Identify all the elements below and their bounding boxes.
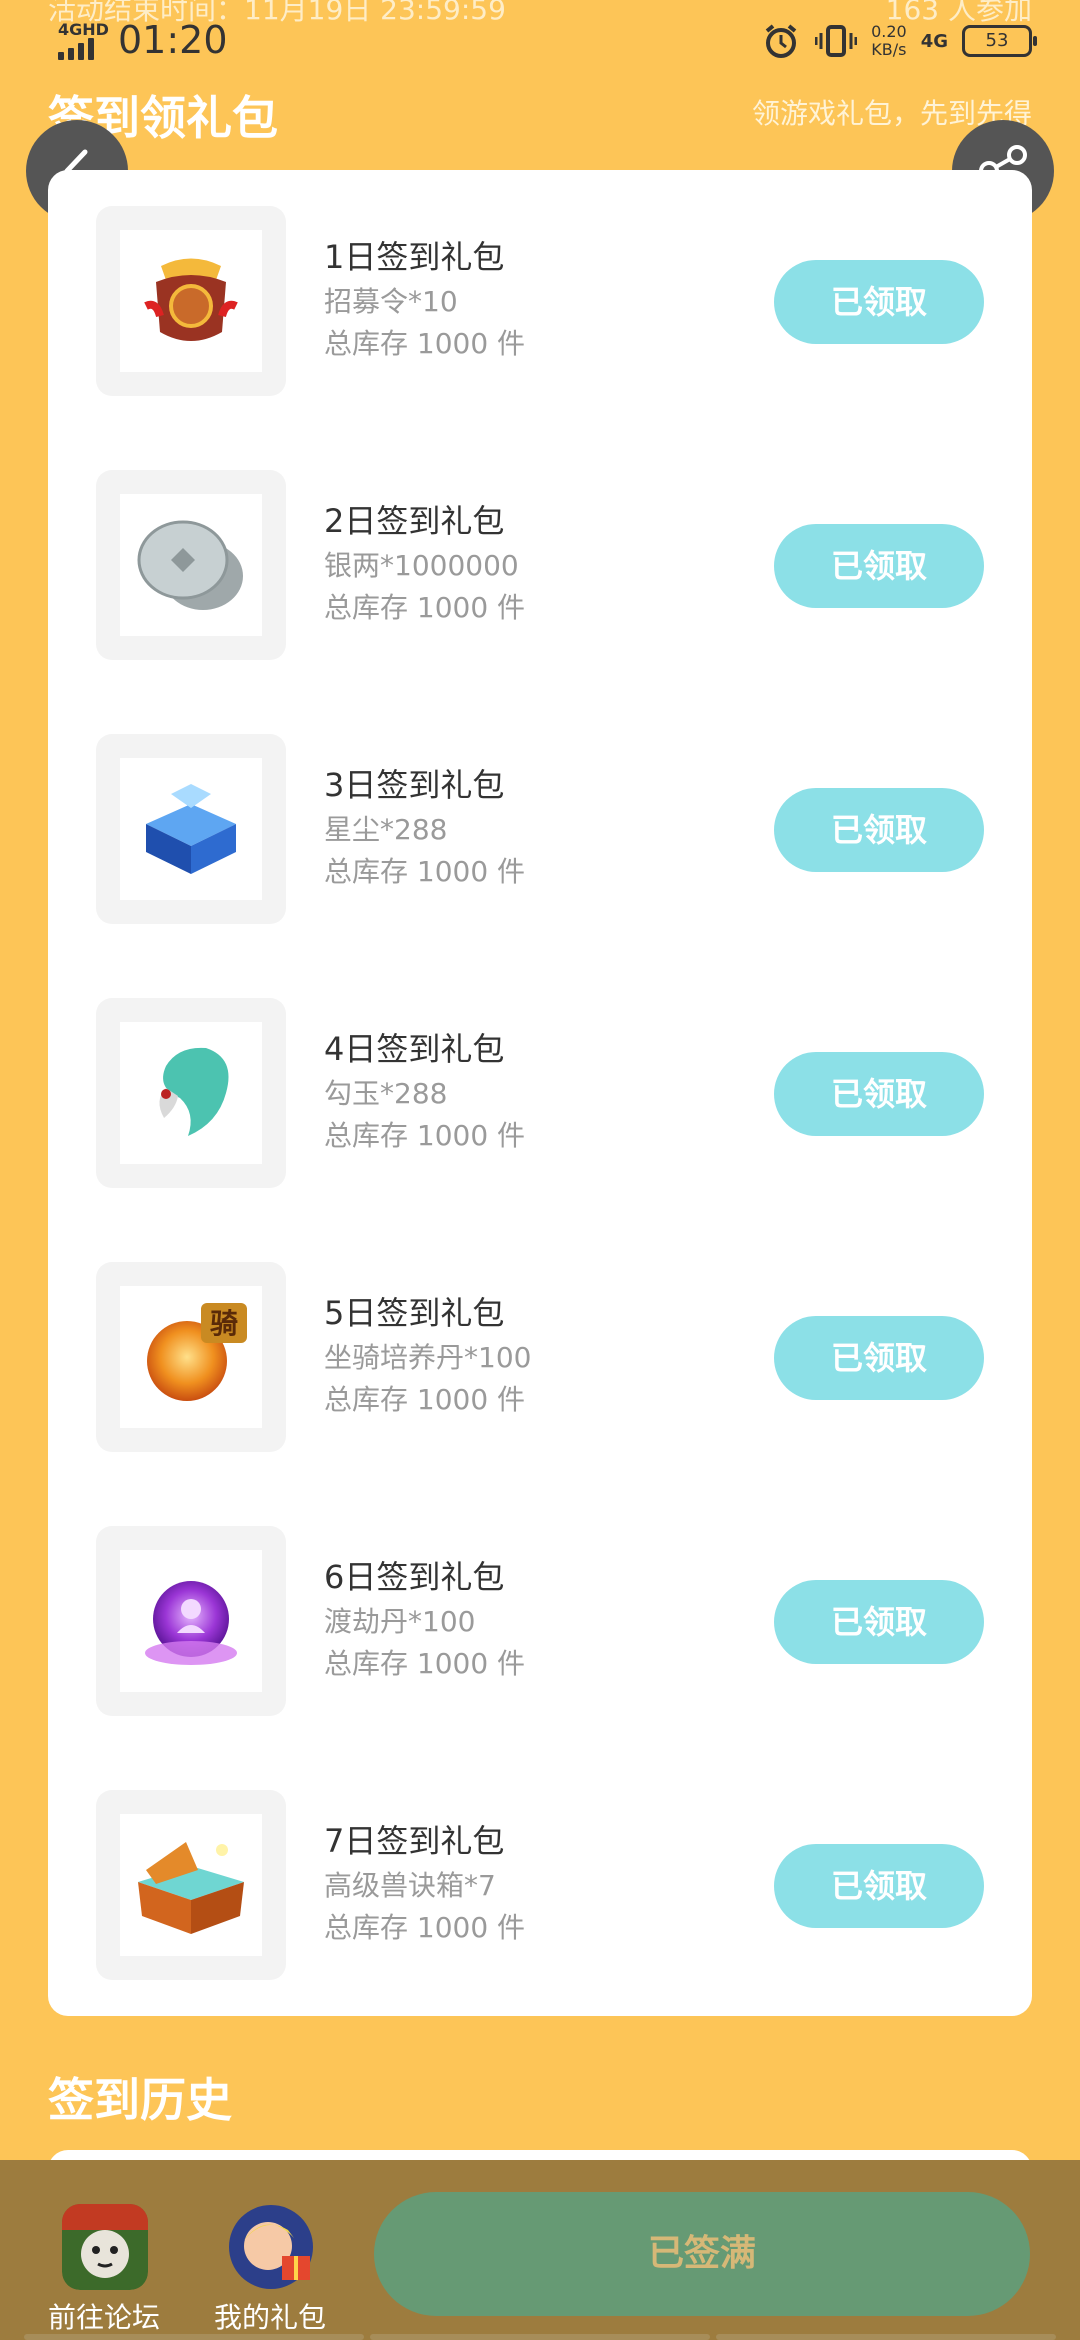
gift-row: 7日签到礼包 高级兽诀箱*7 总库存 1000 件 已领取: [48, 1790, 1032, 1980]
gift-item: 渡劫丹*100: [324, 1605, 476, 1638]
battery-icon: 53: [962, 25, 1037, 57]
bottom-tabs-indicator: [0, 2332, 1080, 2340]
gift-thumbnail: [96, 1526, 286, 1716]
claimed-button[interactable]: 已领取: [774, 1316, 984, 1400]
claimed-button[interactable]: 已领取: [774, 788, 984, 872]
token-bag-icon: [144, 258, 238, 341]
gift-title: 2日签到礼包: [324, 502, 505, 540]
vibrate-icon: [815, 25, 858, 57]
gift-row: 6日签到礼包 渡劫丹*100 总库存 1000 件 已领取: [48, 1526, 1032, 1716]
gift-title: 6日签到礼包: [324, 1558, 505, 1596]
blue-chest-icon: [146, 784, 236, 874]
alarm-icon: [765, 24, 797, 58]
gift-thumbnail: [96, 470, 286, 660]
mount-badge: 骑: [210, 1307, 238, 1340]
gift-stock: 总库存 1000 件: [324, 1647, 526, 1680]
gift-title: 5日签到礼包: [324, 1294, 505, 1332]
my-gifts-label[interactable]: 我的礼包: [190, 2296, 350, 2336]
gift-stock: 总库存 1000 件: [324, 855, 526, 888]
gift-stock: 总库存 1000 件: [324, 1119, 526, 1152]
gift-thumbnail: [96, 1790, 286, 1980]
my-gifts-icon[interactable]: [228, 2204, 314, 2290]
gift-title: 3日签到礼包: [324, 766, 505, 804]
gift-stock: 总库存 1000 件: [324, 327, 526, 360]
status-icons: 0.20 KB/s 4G 53: [761, 18, 1037, 64]
gift-title: 7日签到礼包: [324, 1822, 505, 1860]
gift-item: 高级兽诀箱*7: [324, 1869, 496, 1902]
claimed-button[interactable]: 已领取: [774, 1844, 984, 1928]
gift-title: 4日签到礼包: [324, 1030, 505, 1068]
forum-game-icon[interactable]: [62, 2204, 148, 2290]
gift-row: 1日签到礼包 招募令*10 总库存 1000 件 已领取: [48, 206, 1032, 396]
gift-item: 银两*1000000: [324, 549, 519, 582]
mount-orb-icon: 骑: [147, 1303, 247, 1401]
purple-orb-icon: [145, 1581, 237, 1665]
claimed-button[interactable]: 已领取: [774, 1052, 984, 1136]
gift-item: 招募令*10: [324, 285, 458, 318]
gift-row: 2日签到礼包 银两*1000000 总库存 1000 件 已领取: [48, 470, 1032, 660]
forum-label[interactable]: 前往论坛: [24, 2296, 184, 2336]
sign-full-button[interactable]: 已签满: [374, 2192, 1030, 2316]
gift-row: 骑 5日签到礼包 坐骑培养丹*100 总库存 1000 件 已领取: [48, 1262, 1032, 1452]
signal-icon: [58, 38, 106, 60]
jade-magatama-icon: [159, 1047, 229, 1136]
gift-row: 3日签到礼包 星尘*288 总库存 1000 件 已领取: [48, 734, 1032, 924]
gift-stock: 总库存 1000 件: [324, 1383, 526, 1416]
gift-item: 星尘*288: [324, 813, 448, 846]
gift-title: 1日签到礼包: [324, 238, 505, 276]
history-title: 签到历史: [48, 2073, 232, 2127]
claimed-button[interactable]: 已领取: [774, 260, 984, 344]
silver-coin-icon: [137, 520, 243, 610]
gift-stock: 总库存 1000 件: [324, 591, 526, 624]
treasure-chest-icon: [138, 1842, 244, 1934]
gift-stock: 总库存 1000 件: [324, 1911, 526, 1944]
claimed-button[interactable]: 已领取: [774, 1580, 984, 1664]
clock: 01:20: [118, 18, 228, 62]
network-label: 4GHD: [58, 20, 109, 39]
network-speed: 0.20 KB/s: [871, 22, 907, 59]
gift-item: 勾玉*288: [324, 1077, 448, 1110]
gift-item: 坐骑培养丹*100: [324, 1341, 532, 1374]
claimed-button[interactable]: 已领取: [774, 524, 984, 608]
gift-row: 4日签到礼包 勾玉*288 总库存 1000 件 已领取: [48, 998, 1032, 1188]
gift-list-card: 1日签到礼包 招募令*10 总库存 1000 件 已领取 2日签到礼包 银两*1…: [48, 170, 1032, 2016]
gift-thumbnail: 骑: [96, 1262, 286, 1452]
bottom-bar: 前往论坛 我的礼包 已签满: [0, 2160, 1080, 2340]
gift-thumbnail: [96, 998, 286, 1188]
gift-thumbnail: [96, 734, 286, 924]
status-bar: 4GHD 01:20 0.20 KB/s 4G 53: [0, 0, 1080, 84]
net-type: 4G: [920, 30, 948, 52]
gift-thumbnail: [96, 206, 286, 396]
